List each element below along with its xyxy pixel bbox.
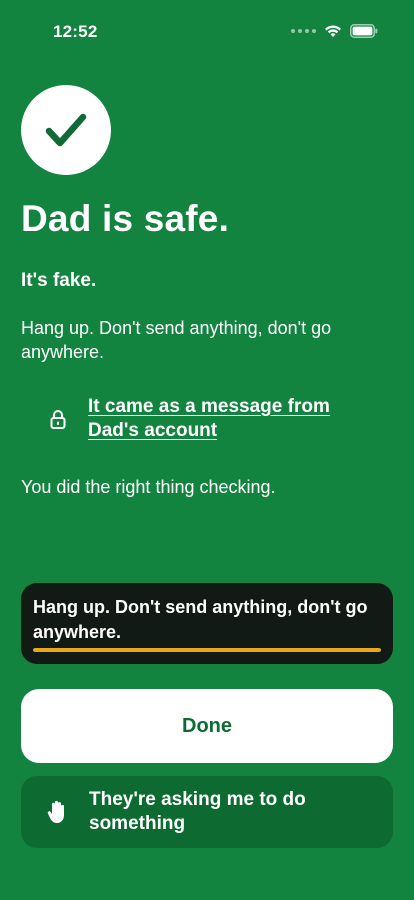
source-row[interactable]: It came as a message from Dad's account (48, 395, 348, 443)
done-button[interactable]: Done (21, 689, 393, 763)
source-explanation-link[interactable]: It came as a message from Dad's account (88, 395, 348, 443)
result-headline: Dad is safe. (21, 198, 230, 239)
asking-me-button[interactable]: They're asking me to do something (21, 776, 393, 848)
lock-icon (48, 405, 68, 433)
status-bar: 12:52 (0, 0, 414, 66)
spoken-caption-card: Hang up. Don't send anything, don't go a… (21, 583, 393, 664)
caption-progress-fill (33, 648, 381, 652)
reassurance-text: You did the right thing checking. (21, 477, 276, 497)
wifi-icon (325, 25, 341, 37)
screen: 12:52 Dad is safe. It's fake. Hang up. D… (0, 0, 414, 900)
caption-progress-bar (33, 648, 381, 652)
safe-check-badge (21, 85, 111, 175)
status-indicators (291, 24, 378, 38)
result-subhead: It's fake. (21, 270, 97, 291)
asking-me-label: They're asking me to do something (89, 789, 306, 834)
cellular-signal-icon (291, 29, 316, 33)
caption-text: Hang up. Don't send anything, don't go a… (33, 597, 368, 642)
instruction-text: Hang up. Don't send anything, don't go a… (21, 318, 332, 362)
status-time: 12:52 (53, 22, 98, 41)
raised-hand-icon (47, 800, 64, 823)
checkmark-icon (45, 113, 87, 147)
battery-icon (350, 24, 378, 38)
